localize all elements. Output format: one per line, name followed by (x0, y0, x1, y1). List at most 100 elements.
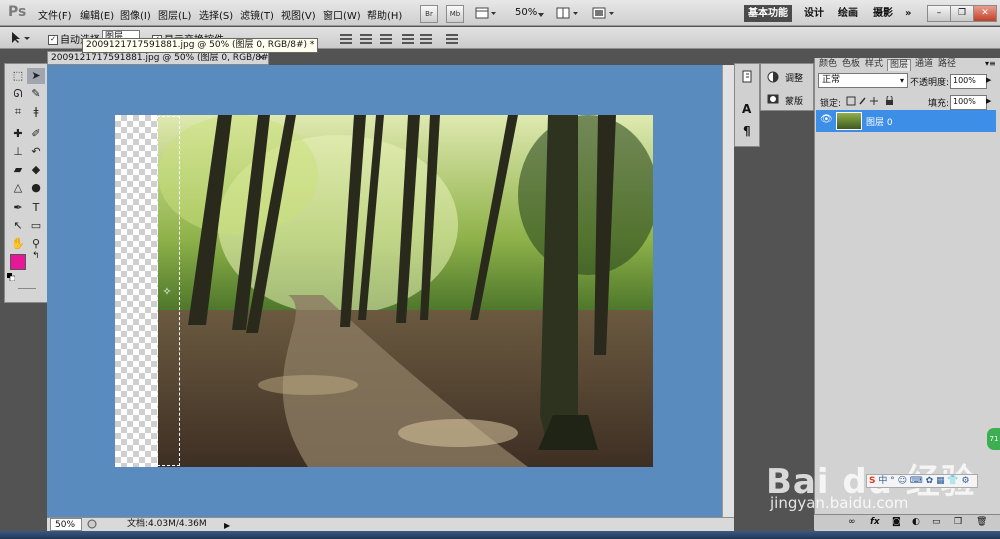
blend-dropdown-icon: ▾ (899, 76, 904, 85)
paint-bucket-tool-icon[interactable]: ◆ (27, 162, 45, 178)
layer-visibility-eye-icon[interactable]: 👁 (820, 114, 833, 126)
lasso-tool-icon[interactable]: ᘏ (9, 86, 27, 102)
workspace-more-icon[interactable]: » (905, 5, 911, 22)
layer-thumbnail (836, 112, 862, 130)
zoom-tool-icon[interactable]: ⚲ (27, 236, 45, 252)
adjustments-dock: 调整 蒙版 (760, 63, 814, 111)
crop-tool-icon[interactable]: ⌗ (9, 104, 27, 120)
document-tooltip: 2009121717591881.jpg @ 50% (图层 0, RGB/8#… (82, 38, 319, 53)
character-panel-icon[interactable]: A (742, 102, 751, 116)
fill-label: 填充: (928, 99, 950, 109)
fill-slider-icon[interactable]: ▶ (986, 97, 991, 105)
close-button[interactable]: ✕ (973, 5, 997, 22)
menu-window[interactable]: 窗口(W) (323, 7, 361, 22)
blur-tool-icon[interactable]: △ (9, 180, 27, 196)
eraser-tool-icon[interactable]: ▰ (9, 162, 27, 178)
masks-label[interactable]: 蒙版 (785, 94, 803, 107)
panel-dock: A ¶ (734, 63, 760, 147)
tab-layers[interactable]: 图层 (887, 59, 912, 71)
workspace-photography[interactable]: 摄影 (873, 5, 893, 22)
opacity-slider-icon[interactable]: ▶ (986, 76, 991, 84)
zoom-level[interactable]: 50% (515, 7, 537, 18)
document-tab[interactable]: 2009121717591881.jpg @ 50% (图层 0, RGB/8#… (47, 51, 269, 65)
vertical-scrollbar[interactable] (722, 65, 734, 517)
default-colors-icon[interactable] (7, 273, 16, 282)
history-panel-icon[interactable] (742, 70, 754, 84)
menu-file[interactable]: 文件(F) (38, 7, 72, 22)
status-zoom-icon[interactable] (87, 519, 97, 529)
layer-row[interactable]: 👁 图层 0 (816, 110, 996, 132)
fill-input[interactable]: 100% (950, 95, 987, 110)
status-zoom[interactable]: 50% (50, 518, 82, 531)
blend-mode-dropdown[interactable]: 正常 ▾ (818, 73, 908, 88)
menu-help[interactable]: 帮助(H) (367, 7, 402, 22)
spot-healing-tool-icon[interactable]: ✚ (9, 126, 27, 142)
bridge-button[interactable]: Br (420, 5, 438, 23)
zoom-dropdown-icon[interactable] (538, 10, 544, 17)
history-brush-tool-icon[interactable]: ↶ (27, 144, 45, 160)
tab-color[interactable]: 颜色 (819, 59, 837, 70)
clone-stamp-tool-icon[interactable]: ⊥ (9, 144, 27, 160)
ime-logo-icon: S (869, 476, 876, 486)
layer-name[interactable]: 图层 0 (866, 115, 893, 128)
tab-swatches[interactable]: 色板 (842, 59, 860, 70)
swap-colors-icon[interactable]: ↰ (32, 251, 40, 261)
ime-toolbar[interactable]: S 中 ° ☺ ⌨ ✿ ▦ 👕 ⚙ (866, 474, 978, 488)
blend-mode-value: 正常 (822, 75, 841, 85)
transform-center-icon[interactable]: ✧ (161, 286, 173, 298)
workspace-essentials[interactable]: 基本功能 (744, 5, 792, 22)
eyedropper-tool-icon[interactable]: ǂ (27, 104, 45, 120)
align-hcenter-icon[interactable] (420, 32, 432, 44)
foreground-color-swatch[interactable] (10, 254, 26, 270)
transparent-area (115, 115, 160, 467)
menu-view[interactable]: 视图(V) (281, 7, 316, 22)
type-tool-icon[interactable]: T (27, 200, 45, 216)
paragraph-panel-icon[interactable]: ¶ (743, 124, 751, 138)
opacity-input[interactable]: 100% (950, 74, 987, 89)
align-vcenter-icon[interactable] (360, 32, 372, 44)
quick-mask-icon[interactable] (18, 288, 36, 289)
menu-filter[interactable]: 滤镜(T) (240, 7, 274, 22)
dodge-tool-icon[interactable]: ● (27, 180, 45, 196)
panel-menu-icon[interactable]: ▾≡ (985, 59, 996, 68)
align-top-icon[interactable] (340, 32, 352, 44)
mini-bridge-button[interactable]: Mb (446, 5, 464, 23)
restore-button[interactable]: ❐ (950, 5, 974, 22)
pen-tool-icon[interactable]: ✒ (9, 200, 27, 216)
align-left-icon[interactable] (402, 32, 414, 44)
hand-tool-icon[interactable]: ✋ (9, 236, 27, 252)
quick-select-tool-icon[interactable]: ✎ (27, 86, 45, 102)
workspace-painting[interactable]: 绘画 (838, 5, 858, 22)
shape-tool-icon[interactable]: ▭ (27, 218, 45, 234)
menu-bar: Ps 文件(F) 编辑(E) 图像(I) 图层(L) 选择(S) 滤镜(T) 视… (0, 0, 1000, 26)
brush-tool-icon[interactable]: ✐ (27, 126, 45, 142)
masks-icon[interactable] (767, 94, 779, 104)
move-tool-icon[interactable]: ➤ (27, 68, 45, 84)
auto-align-icon[interactable] (446, 32, 458, 44)
arrange-documents-icon[interactable] (556, 7, 580, 19)
adjustments-label[interactable]: 调整 (785, 71, 803, 84)
minimize-button[interactable]: – (927, 5, 951, 22)
align-bottom-icon[interactable] (380, 32, 392, 44)
adjustments-icon[interactable] (767, 71, 779, 83)
menu-image[interactable]: 图像(I) (120, 7, 151, 22)
view-extras-icon[interactable] (475, 7, 497, 19)
workspace-design[interactable]: 设计 (804, 5, 824, 22)
auto-select-checkbox[interactable]: ✓ (48, 35, 58, 45)
forest-photo[interactable] (158, 115, 653, 467)
marquee-tool-icon[interactable]: ⬚ (9, 68, 27, 84)
document-close-icon[interactable]: × (257, 52, 265, 64)
tab-channels[interactable]: 通道 (915, 59, 933, 70)
tab-paths[interactable]: 路径 (938, 59, 956, 70)
menu-layer[interactable]: 图层(L) (158, 7, 191, 22)
windows-taskbar (0, 531, 1000, 539)
screen-mode-icon[interactable] (592, 7, 616, 19)
tools-panel: ⬚ ➤ ᘏ ✎ ⌗ ǂ ✚ ✐ ⊥ ↶ ▰ ◆ △ ● ✒ T ↖ ▭ ✋ ⚲ … (4, 63, 48, 303)
lock-icons[interactable] (846, 95, 906, 106)
menu-select[interactable]: 选择(S) (199, 7, 233, 22)
move-tool-preset-icon[interactable] (6, 30, 40, 45)
tab-styles[interactable]: 样式 (865, 59, 883, 70)
menu-edit[interactable]: 编辑(E) (80, 7, 114, 22)
path-select-tool-icon[interactable]: ↖ (9, 218, 27, 234)
side-badge[interactable]: 71 (987, 428, 1000, 450)
